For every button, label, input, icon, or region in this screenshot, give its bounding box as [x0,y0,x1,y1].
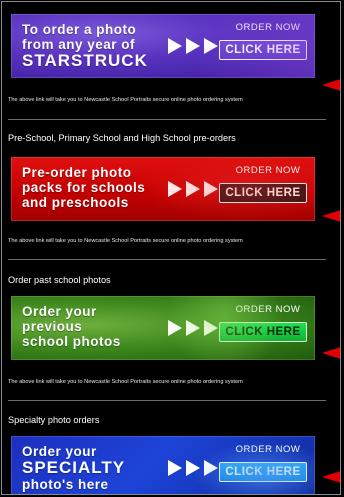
banner-past-photos[interactable]: Order your previous school photos ORDER … [11,296,315,360]
order-now-label: ORDER NOW [235,444,301,455]
triple-play-arrows-icon [168,181,218,197]
click-here-button[interactable]: CLICK HERE [219,40,307,60]
banner-line: Pre-order photo [22,165,132,180]
section-heading: Specialty photo orders [8,415,100,425]
page-frame: To order a photo from any year of STARST… [1,1,341,495]
banner-line: photo's here [22,477,109,492]
banner-text: Pre-order photo packs for schools and pr… [22,165,145,210]
red-pointer-arrow-icon [322,347,340,359]
link-note: The above link will take you to Newcastl… [8,379,243,385]
banner-pre-order[interactable]: Pre-order photo packs for schools and pr… [11,157,315,221]
section-heading: Pre-School, Primary School and High Scho… [8,133,236,143]
banner-line: and preschools [22,195,129,210]
banner-specialty[interactable]: Order your SPECIALTY photo's here ORDER … [11,436,315,494]
banner-text: Order your previous school photos [22,304,121,349]
section-heading: Order past school photos [8,275,111,285]
click-here-button[interactable]: CLICK HERE [219,183,307,203]
banner-line: from any year of [22,37,136,52]
divider [8,259,326,260]
link-note: The above link will take you to Newcastl… [8,97,243,103]
order-now-label: ORDER NOW [235,22,301,33]
banner-line-emphasis: SPECIALTY [22,458,126,477]
triple-play-arrows-icon [168,320,218,336]
link-note: The above link will take you to Newcastl… [8,238,243,244]
banner-starstruck[interactable]: To order a photo from any year of STARST… [11,14,315,78]
banner-line: Order your [22,304,97,319]
red-pointer-arrow-icon [322,210,340,222]
red-pointer-arrow-icon [322,79,340,91]
click-here-button[interactable]: CLICK HERE [219,322,307,342]
banner-line: Order your [22,444,97,459]
click-here-button[interactable]: CLICK HERE [219,462,307,482]
order-now-label: ORDER NOW [235,165,301,176]
triple-play-arrows-icon [168,38,218,54]
divider [8,400,326,401]
banner-line-emphasis: STARSTRUCK [22,51,148,70]
banner-line: packs for schools [22,180,146,195]
banner-line: previous [22,319,83,334]
banner-line: To order a photo [22,22,137,37]
triple-play-arrows-icon [168,460,218,476]
order-now-label: ORDER NOW [235,304,301,315]
red-pointer-arrow-icon [322,471,340,483]
banner-text: To order a photo from any year of STARST… [22,22,148,70]
divider [8,119,326,120]
banner-line: school photos [22,334,121,349]
banner-text: Order your SPECIALTY photo's here [22,444,125,492]
